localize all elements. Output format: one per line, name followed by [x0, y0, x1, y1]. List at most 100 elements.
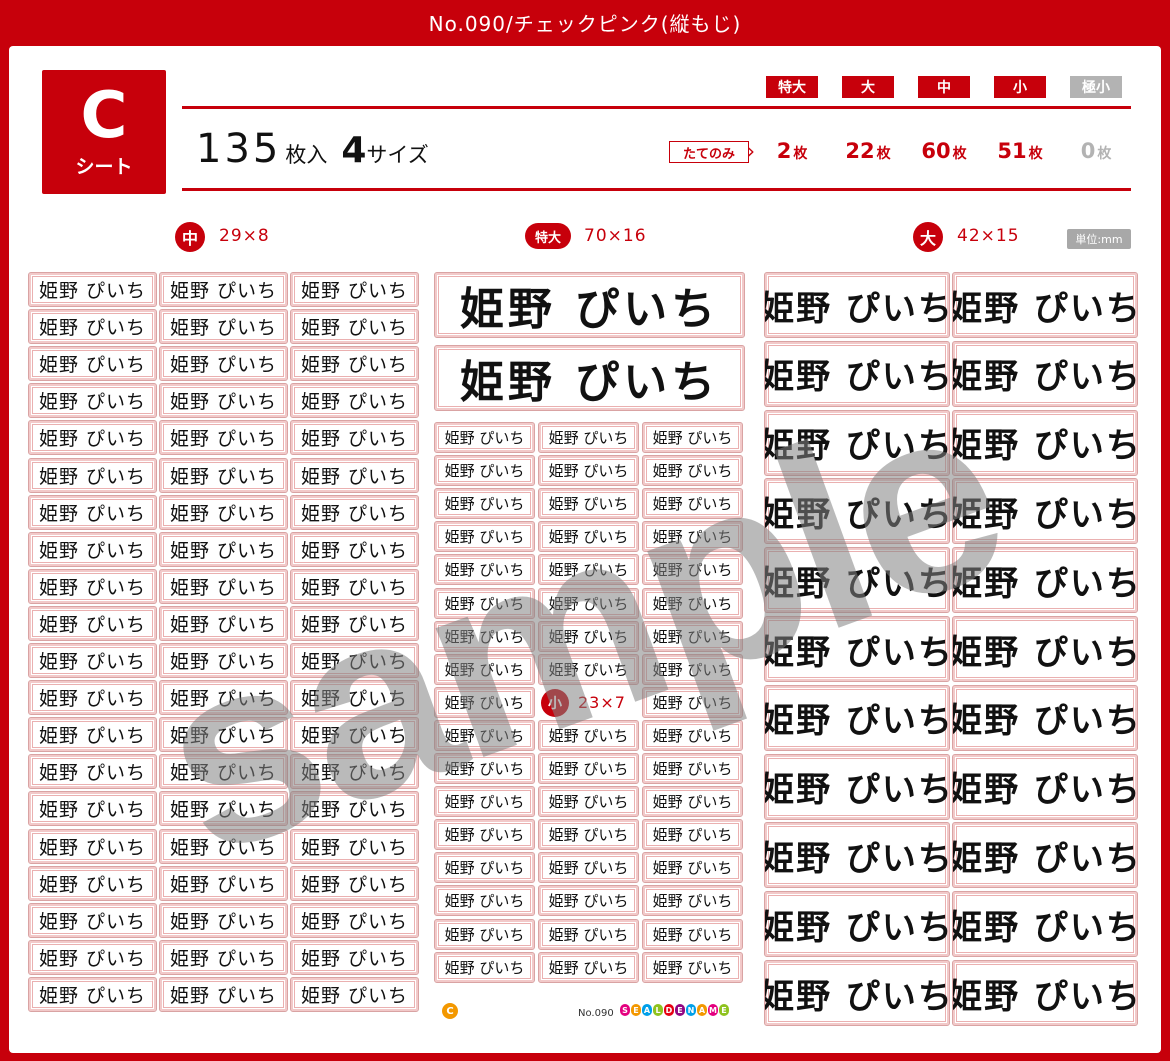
sticker-mid: 姫野 ぴいち: [28, 828, 157, 864]
size-count-2: 60 枚: [921, 139, 967, 163]
sticker-mid: 姫野 ぴいち: [159, 902, 288, 938]
sticker-sm: 姫野 ぴいち: [538, 521, 639, 553]
sticker-sm: 姫野 ぴいち: [642, 653, 743, 685]
sizes-unit: サイズ: [366, 143, 429, 167]
sticker-lg: 姫野 ぴいち: [952, 272, 1138, 338]
sticker-mid: 姫野 ぴいち: [28, 902, 157, 938]
sticker-lg: 姫野 ぴいち: [952, 547, 1138, 614]
sticker-sm: 姫野 ぴいち: [434, 521, 535, 553]
brand-letter: E: [719, 1004, 729, 1016]
sticker-lg: 姫野 ぴいち: [764, 616, 950, 682]
sheet-badge: C シート: [42, 70, 166, 194]
sticker-sm: 姫野 ぴいち: [538, 653, 639, 685]
sticker-mid: 姫野 ぴいち: [290, 754, 419, 790]
dims-sm: 23×7: [578, 693, 626, 712]
brand-letter: S: [620, 1004, 630, 1016]
sticker-lg: 姫野 ぴいち: [952, 478, 1138, 545]
sticker-sm: 姫野 ぴいち: [642, 885, 743, 917]
sticker-sm: 姫野 ぴいち: [642, 422, 743, 453]
sheet-word: シート: [75, 156, 133, 178]
sticker-mid: 姫野 ぴいち: [159, 272, 288, 307]
brand-letter: A: [697, 1004, 707, 1016]
orientation-label: たてのみ: [669, 141, 749, 163]
sticker-sm: 姫野 ぴいち: [434, 620, 535, 652]
sticker-mid: 姫野 ぴいち: [28, 531, 157, 567]
sticker-lg: 姫野 ぴいち: [764, 340, 950, 407]
sticker-sm: 姫野 ぴいち: [538, 786, 639, 818]
sticker-mid: 姫野 ぴいち: [28, 346, 157, 382]
sticker-mid: 姫野 ぴいち: [290, 531, 419, 567]
sticker-mid: 姫野 ぴいち: [290, 643, 419, 678]
sticker-mid: 姫野 ぴいち: [28, 976, 157, 1012]
sticker-mid: 姫野 ぴいち: [159, 680, 288, 716]
sticker-mid: 姫野 ぴいち: [159, 309, 288, 345]
header-divider-bottom: [182, 188, 1131, 191]
sticker-sm: 姫野 ぴいち: [538, 819, 639, 851]
sticker-mid: 姫野 ぴいち: [290, 865, 419, 901]
sticker-mid: 姫野 ぴいち: [28, 865, 157, 901]
size-count-4: 0枚: [1080, 139, 1112, 163]
sticker-mid: 姫野 ぴいち: [290, 494, 419, 530]
sticker-mid: 姫野 ぴいち: [159, 939, 288, 975]
sticker-lg: 姫野 ぴいち: [952, 822, 1138, 889]
sticker-lg: 姫野 ぴいち: [764, 272, 950, 338]
brand-letter: N: [686, 1004, 696, 1016]
sticker-mid: 姫野 ぴいち: [290, 605, 419, 641]
count-number: 135: [196, 126, 282, 172]
sticker-mid: 姫野 ぴいち: [159, 791, 288, 827]
sticker-mid: 姫野 ぴいち: [159, 643, 288, 678]
sticker-mid: 姫野 ぴいち: [28, 717, 157, 753]
sticker-mid: 姫野 ぴいち: [290, 902, 419, 938]
sticker-mid: 姫野 ぴいち: [159, 494, 288, 530]
sticker-mid: 姫野 ぴいち: [290, 309, 419, 345]
sticker-mid: 姫野 ぴいち: [290, 680, 419, 716]
sticker-mid: 姫野 ぴいち: [28, 680, 157, 716]
sticker-lg: 姫野 ぴいち: [764, 891, 950, 958]
dims-mid: 29×8: [219, 226, 270, 246]
sticker-sm: 姫野 ぴいち: [538, 455, 639, 487]
sticker-mid: 姫野 ぴいち: [159, 865, 288, 901]
brand-letter: A: [642, 1004, 652, 1016]
sticker-sm: 姫野 ぴいち: [538, 753, 639, 784]
sticker-mid: 姫野 ぴいち: [159, 828, 288, 864]
sticker-sm: 姫野 ぴいち: [434, 719, 535, 751]
sticker-sm: 姫野 ぴいち: [642, 620, 743, 652]
sticker-sm: 姫野 ぴいち: [434, 819, 535, 851]
badge-sm: 小: [541, 689, 569, 717]
sticker-sm: 姫野 ぴいち: [434, 455, 535, 487]
brand-letter: D: [664, 1004, 674, 1016]
sticker-sm: 姫野 ぴいち: [538, 918, 639, 950]
sticker-sm: 姫野 ぴいち: [642, 852, 743, 884]
sticker-sm: 姫野 ぴいち: [642, 819, 743, 851]
sticker-sm: 姫野 ぴいち: [434, 753, 535, 784]
brand-letter: M: [708, 1004, 718, 1016]
sticker-mid: 姫野 ぴいち: [159, 568, 288, 604]
sticker-lg: 姫野 ぴいち: [952, 409, 1138, 476]
sticker-lg: 姫野 ぴいち: [764, 822, 950, 889]
sticker-lg: 姫野 ぴいち: [952, 960, 1138, 1026]
sticker-sm: 姫野 ぴいち: [642, 719, 743, 751]
sticker-mid: 姫野 ぴいち: [290, 346, 419, 382]
sticker-mid: 姫野 ぴいち: [159, 976, 288, 1012]
sticker-sm: 姫野 ぴいち: [434, 587, 535, 619]
sticker-sm: 姫野 ぴいち: [642, 587, 743, 619]
sticker-mid: 姫野 ぴいち: [28, 939, 157, 975]
sticker-mid: 姫野 ぴいち: [28, 420, 157, 456]
page-title: No.090/チェックピンク(縦もじ): [0, 0, 1170, 44]
sticker-mid: 姫野 ぴいち: [28, 309, 157, 345]
count-unit: 枚入: [285, 143, 328, 167]
sticker-sm: 姫野 ぴいち: [538, 587, 639, 619]
sticker-mid: 姫野 ぴいち: [290, 976, 419, 1012]
size-count-1: 22 枚: [845, 139, 891, 163]
brand-letter: E: [675, 1004, 685, 1016]
sticker-xl: 姫野 ぴいち: [434, 345, 745, 411]
size-count-0: 2枚: [776, 139, 808, 163]
unit-label: 単位:mm: [1067, 229, 1131, 249]
sticker-sm: 姫野 ぴいち: [434, 852, 535, 884]
sticker-sm: 姫野 ぴいち: [538, 620, 639, 652]
sticker-mid: 姫野 ぴいち: [28, 383, 157, 419]
sticker-mid: 姫野 ぴいち: [290, 939, 419, 975]
sticker-lg: 姫野 ぴいち: [764, 478, 950, 545]
size-tag-4: 極小: [1070, 76, 1122, 98]
sticker-lg: 姫野 ぴいち: [764, 753, 950, 820]
